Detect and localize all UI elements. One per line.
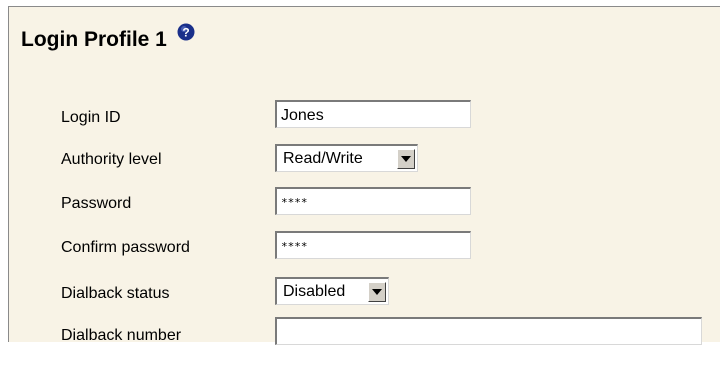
authority-level-value: Read/Write (283, 149, 363, 167)
dropdown-arrow-icon[interactable] (368, 281, 386, 302)
authority-level-label: Authority level (61, 151, 162, 168)
login-id-input[interactable] (275, 100, 471, 128)
dialback-status-value: Disabled (283, 282, 346, 300)
svg-text:?: ? (182, 26, 189, 40)
login-profile-panel: Login Profile 1 ? Login ID Authority lev… (8, 6, 720, 345)
confirm-password-input[interactable] (275, 231, 471, 259)
dropdown-arrow-icon[interactable] (397, 148, 415, 169)
authority-level-select[interactable]: Read/Write (275, 144, 418, 172)
password-label: Password (61, 195, 132, 212)
help-question-icon[interactable]: ? (177, 23, 195, 41)
login-id-label: Login ID (61, 109, 121, 126)
page-title: Login Profile 1 (21, 28, 167, 51)
dialback-status-select[interactable]: Disabled (275, 277, 389, 305)
confirm-password-label: Confirm password (61, 239, 190, 256)
title-row: Login Profile 1 ? (21, 23, 195, 53)
dialback-number-input[interactable] (275, 317, 702, 345)
password-input[interactable] (275, 187, 471, 215)
dialback-number-label: Dialback number (61, 327, 182, 344)
dialback-status-label: Dialback status (61, 285, 170, 302)
